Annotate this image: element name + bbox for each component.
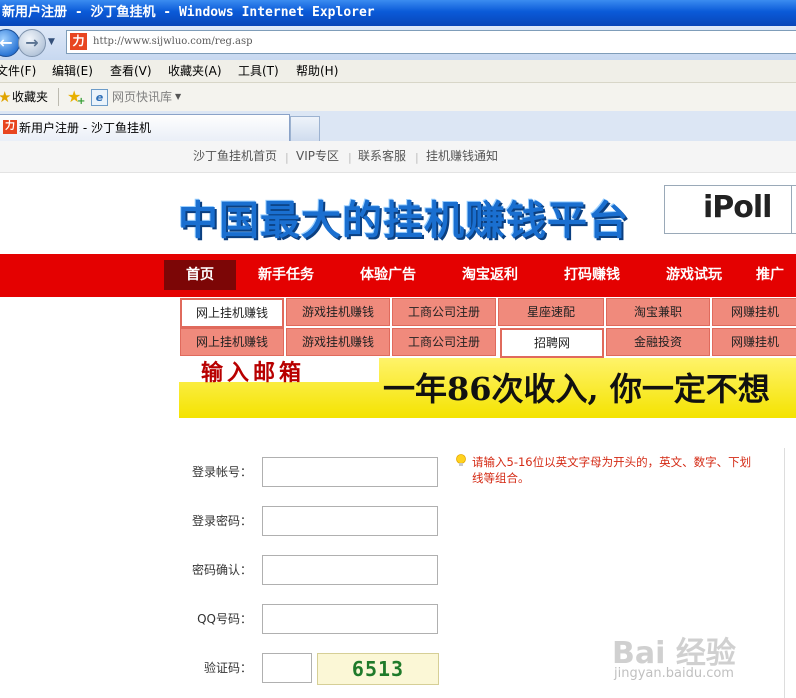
tab-favicon-icon: 力	[3, 120, 17, 134]
password-input[interactable]	[262, 506, 438, 536]
menu-edit[interactable]: 编辑(E)	[52, 60, 93, 82]
nav-promote[interactable]: 推广	[756, 254, 796, 297]
menu-bar: 文件(F) 编辑(E) 查看(V) 收藏夹(A) 工具(T) 帮助(H)	[0, 60, 796, 83]
category-link[interactable]: 网上挂机赚钱	[180, 328, 284, 356]
new-tab-button[interactable]	[290, 116, 320, 141]
category-link[interactable]: 工商公司注册	[392, 328, 496, 356]
banner-slogan: 一年86次收入, 你一定不想	[383, 370, 770, 408]
menu-view[interactable]: 查看(V)	[110, 60, 152, 82]
category-link[interactable]: 网赚挂机	[712, 298, 796, 326]
web-slice-gallery-button[interactable]: 网页快讯库	[112, 83, 172, 111]
menu-favorites[interactable]: 收藏夹(A)	[168, 60, 222, 82]
link-vip[interactable]: VIP专区	[296, 141, 339, 172]
favorites-button[interactable]: 收藏夹	[12, 83, 48, 111]
category-link[interactable]: 金融投资	[606, 328, 710, 356]
confirm-password-input[interactable]	[262, 555, 438, 585]
captcha-input[interactable]	[262, 653, 312, 683]
site-top-nav: 沙丁鱼挂机首页 | VIP专区 | 联系客服 | 挂机赚钱通知	[0, 141, 796, 173]
nav-game-trial[interactable]: 游戏试玩	[654, 254, 734, 297]
tab-strip: 力 新用户注册 - 沙丁鱼挂机	[0, 111, 796, 142]
category-link[interactable]: 网赚挂机	[712, 328, 796, 356]
window-title-bar: 新用户注册 - 沙丁鱼挂机 - Windows Internet Explore…	[0, 0, 796, 26]
link-notice[interactable]: 挂机赚钱通知	[426, 141, 498, 172]
content-divider	[784, 448, 785, 698]
forward-arrow-icon[interactable]: →	[18, 29, 46, 57]
category-link[interactable]: 星座速配	[498, 298, 604, 326]
captcha-image[interactable]: 6513	[317, 653, 439, 685]
nav-beginner-tasks[interactable]: 新手任务	[246, 254, 326, 297]
favorites-bar: ★ 收藏夹 ★ + e 网页快讯库 ▼	[0, 83, 796, 112]
web-slice-icon: e	[91, 89, 108, 106]
password-label: 登录密码：	[191, 514, 252, 528]
watermark-url: jingyan.baidu.com	[614, 666, 734, 681]
address-toolbar: ← → ▼ 力 http://www.sijwluo.com/reg.asp	[0, 26, 796, 60]
category-link[interactable]: 工商公司注册	[392, 298, 496, 326]
site-slogan: 中国最大的挂机赚钱平台	[178, 198, 629, 244]
menu-help[interactable]: 帮助(H)	[296, 60, 338, 82]
menu-tools[interactable]: 工具(T)	[238, 60, 279, 82]
address-url: http://www.sijwluo.com/reg.asp	[93, 36, 253, 47]
chevron-down-icon[interactable]: ▼	[175, 92, 181, 101]
category-link[interactable]: 招聘网	[500, 328, 604, 358]
nav-separator: |	[285, 151, 289, 164]
lightbulb-icon	[456, 454, 466, 466]
ipoll-logo: iPoll	[703, 190, 772, 225]
favorites-star-icon[interactable]: ★	[0, 88, 11, 106]
nav-separator: |	[348, 151, 352, 164]
nav-experience-ads[interactable]: 体验广告	[348, 254, 428, 297]
promo-banner[interactable]: 输入邮箱 一年86次收入, 你一定不想	[179, 358, 796, 418]
account-input[interactable]	[262, 457, 438, 487]
category-link[interactable]: 游戏挂机赚钱	[286, 298, 390, 326]
link-support[interactable]: 联系客服	[358, 141, 406, 172]
nav-taobao-rebate[interactable]: 淘宝返利	[450, 254, 530, 297]
ad-divider	[791, 186, 792, 233]
account-label: 登录帐号：	[191, 465, 252, 479]
add-plus-icon: +	[77, 96, 86, 107]
history-dropdown-icon[interactable]: ▼	[48, 37, 55, 47]
window-title: 新用户注册 - 沙丁鱼挂机 - Windows Internet Explore…	[2, 5, 375, 20]
banner-email-text: 输入邮箱	[201, 360, 306, 386]
nav-home[interactable]: 首页	[164, 260, 236, 290]
nav-captcha-earning[interactable]: 打码赚钱	[552, 254, 632, 297]
confirm-password-label: 密码确认：	[191, 563, 252, 577]
link-home[interactable]: 沙丁鱼挂机首页	[193, 141, 277, 172]
qq-input[interactable]	[262, 604, 438, 634]
main-nav: 首页 新手任务 体验广告 淘宝返利 打码赚钱 游戏试玩 推广	[0, 254, 796, 297]
back-arrow-icon[interactable]: ←	[0, 29, 20, 57]
category-link[interactable]: 游戏挂机赚钱	[286, 328, 390, 356]
site-favicon-icon: 力	[70, 33, 87, 50]
category-link[interactable]: 网上挂机赚钱	[180, 298, 284, 328]
address-input[interactable]: 力 http://www.sijwluo.com/reg.asp	[66, 30, 796, 54]
captcha-label: 验证码：	[203, 661, 252, 675]
menu-file[interactable]: 文件(F)	[0, 60, 36, 82]
tab-label: 新用户注册 - 沙丁鱼挂机	[19, 121, 151, 135]
nav-separator: |	[415, 151, 419, 164]
category-link[interactable]: 淘宝兼职	[606, 298, 710, 326]
ipoll-ad[interactable]: iPoll	[664, 185, 796, 234]
tab-current[interactable]: 力 新用户注册 - 沙丁鱼挂机	[0, 114, 290, 142]
toolbar-divider	[58, 88, 59, 106]
account-hint: 请输入5-16位以英文字母为开头的，英文、数字、下划线等组合。	[472, 455, 752, 485]
qq-label: QQ号码：	[197, 612, 252, 626]
